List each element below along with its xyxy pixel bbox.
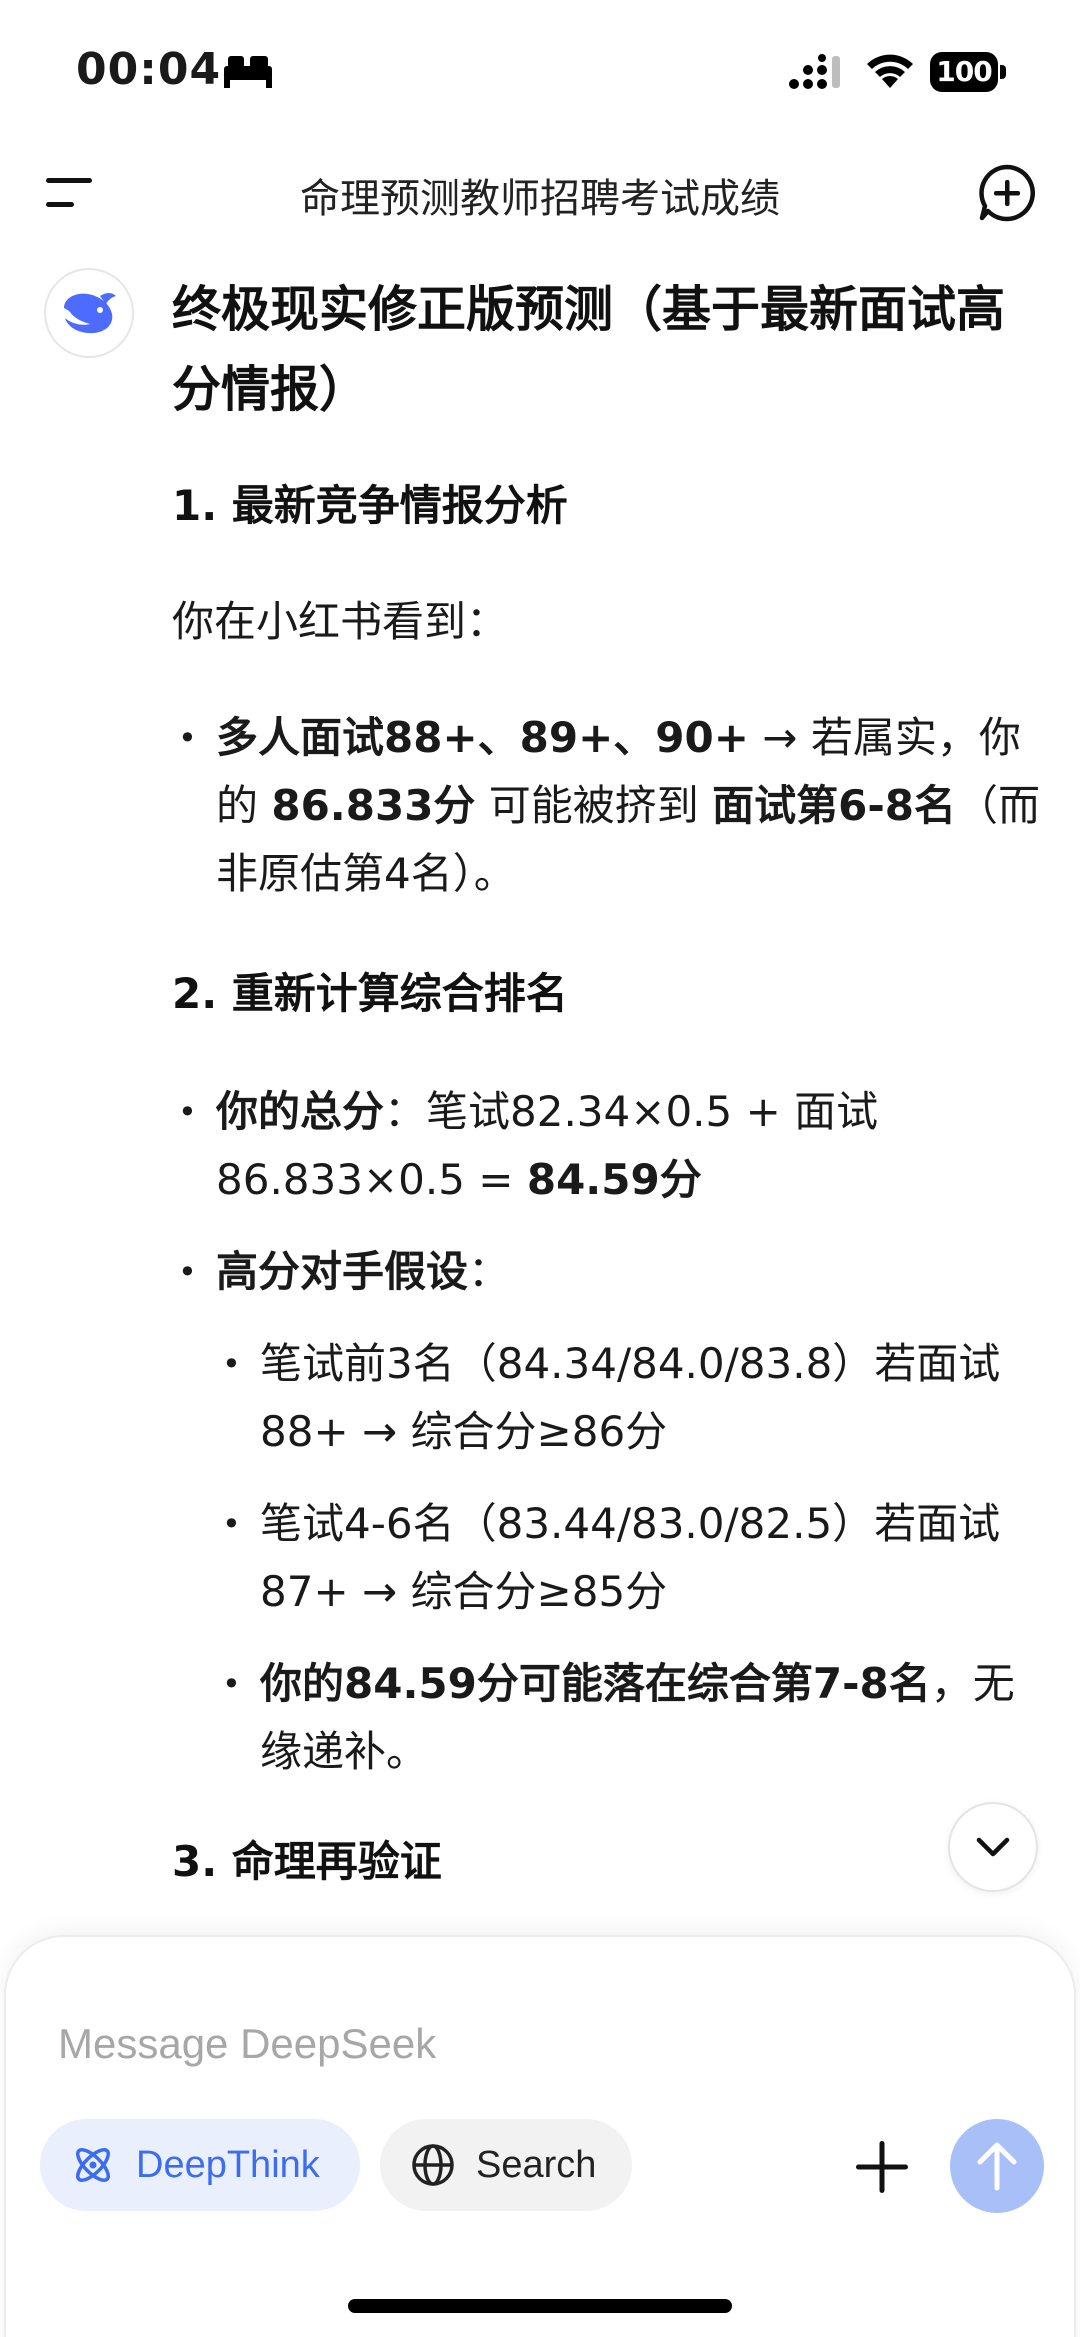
paragraph: 你在小红书看到： xyxy=(172,597,509,646)
status-time: 00:04 xyxy=(76,44,222,95)
chat-header: 命理预测教师招聘考试成绩 xyxy=(0,150,1080,234)
deepthink-label: DeepThink xyxy=(136,2143,320,2186)
attach-button[interactable] xyxy=(842,2127,922,2207)
message-input[interactable] xyxy=(58,2009,858,2079)
cellular-signal-icon xyxy=(789,54,840,89)
atom-icon xyxy=(76,2148,110,2182)
bullet-list: 多人面试88+、89+、90+ → 若属实，你的 86.833分 可能被挤到 面… xyxy=(172,704,1042,908)
list-item: 多人面试88+、89+、90+ → 若属实，你的 86.833分 可能被挤到 面… xyxy=(172,704,1042,908)
new-chat-icon[interactable] xyxy=(976,162,1038,224)
section-heading: 1. 最新竞争情报分析 xyxy=(172,481,568,530)
wifi-icon xyxy=(867,54,913,88)
list-item: 高分对手假设： xyxy=(172,1238,1042,1306)
battery-level: 100 xyxy=(930,52,998,92)
message-composer: DeepThink Search xyxy=(4,1935,1076,2337)
globe-icon xyxy=(412,2144,454,2186)
list-item: 你的总分：笔试82.34×0.5 + 面试86.833×0.5 = 84.59分 xyxy=(172,1078,1042,1214)
assistant-avatar xyxy=(44,268,134,358)
battery-icon: 100 xyxy=(930,52,1006,92)
assistant-message: 终极现实修正版预测（基于最新面试高分情报） 1. 最新竞争情报分析 你在小红书看… xyxy=(172,270,1042,1892)
plus-icon xyxy=(856,2141,908,2193)
chat-title[interactable]: 命理预测教师招聘考试成绩 xyxy=(160,166,920,224)
search-label: Search xyxy=(476,2143,597,2186)
chevron-down-icon xyxy=(976,1837,1010,1857)
menu-icon[interactable] xyxy=(44,172,96,212)
home-indicator xyxy=(348,2299,732,2313)
status-bar: 00:04 100 xyxy=(0,0,1080,140)
section-heading: 2. 重新计算综合排名 xyxy=(172,969,568,1018)
sleep-focus-icon xyxy=(224,56,272,88)
send-button[interactable] xyxy=(950,2119,1044,2213)
deepseek-whale-logo-icon xyxy=(64,293,116,334)
message-title: 终极现实修正版预测（基于最新面试高分情报） xyxy=(172,281,1006,418)
arrow-up-icon xyxy=(977,2142,1017,2191)
sub-list-item: 笔试4-6名（83.44/83.0/82.5）若面试87+ → 综合分≥85分 xyxy=(216,1490,1042,1626)
scroll-to-bottom-button[interactable] xyxy=(948,1802,1038,1892)
deepthink-toggle[interactable]: DeepThink xyxy=(40,2119,360,2211)
search-toggle[interactable]: Search xyxy=(380,2119,632,2211)
sub-list-item: 笔试前3名（84.34/84.0/83.8）若面试88+ → 综合分≥86分 xyxy=(216,1330,1042,1466)
section-heading: 3. 命理再验证 xyxy=(172,1837,442,1886)
sub-list-item: 你的84.59分可能落在综合第7-8名，无缘递补。 xyxy=(216,1650,1042,1786)
bullet-list: 你的总分：笔试82.34×0.5 + 面试86.833×0.5 = 84.59分… xyxy=(172,1078,1042,1786)
